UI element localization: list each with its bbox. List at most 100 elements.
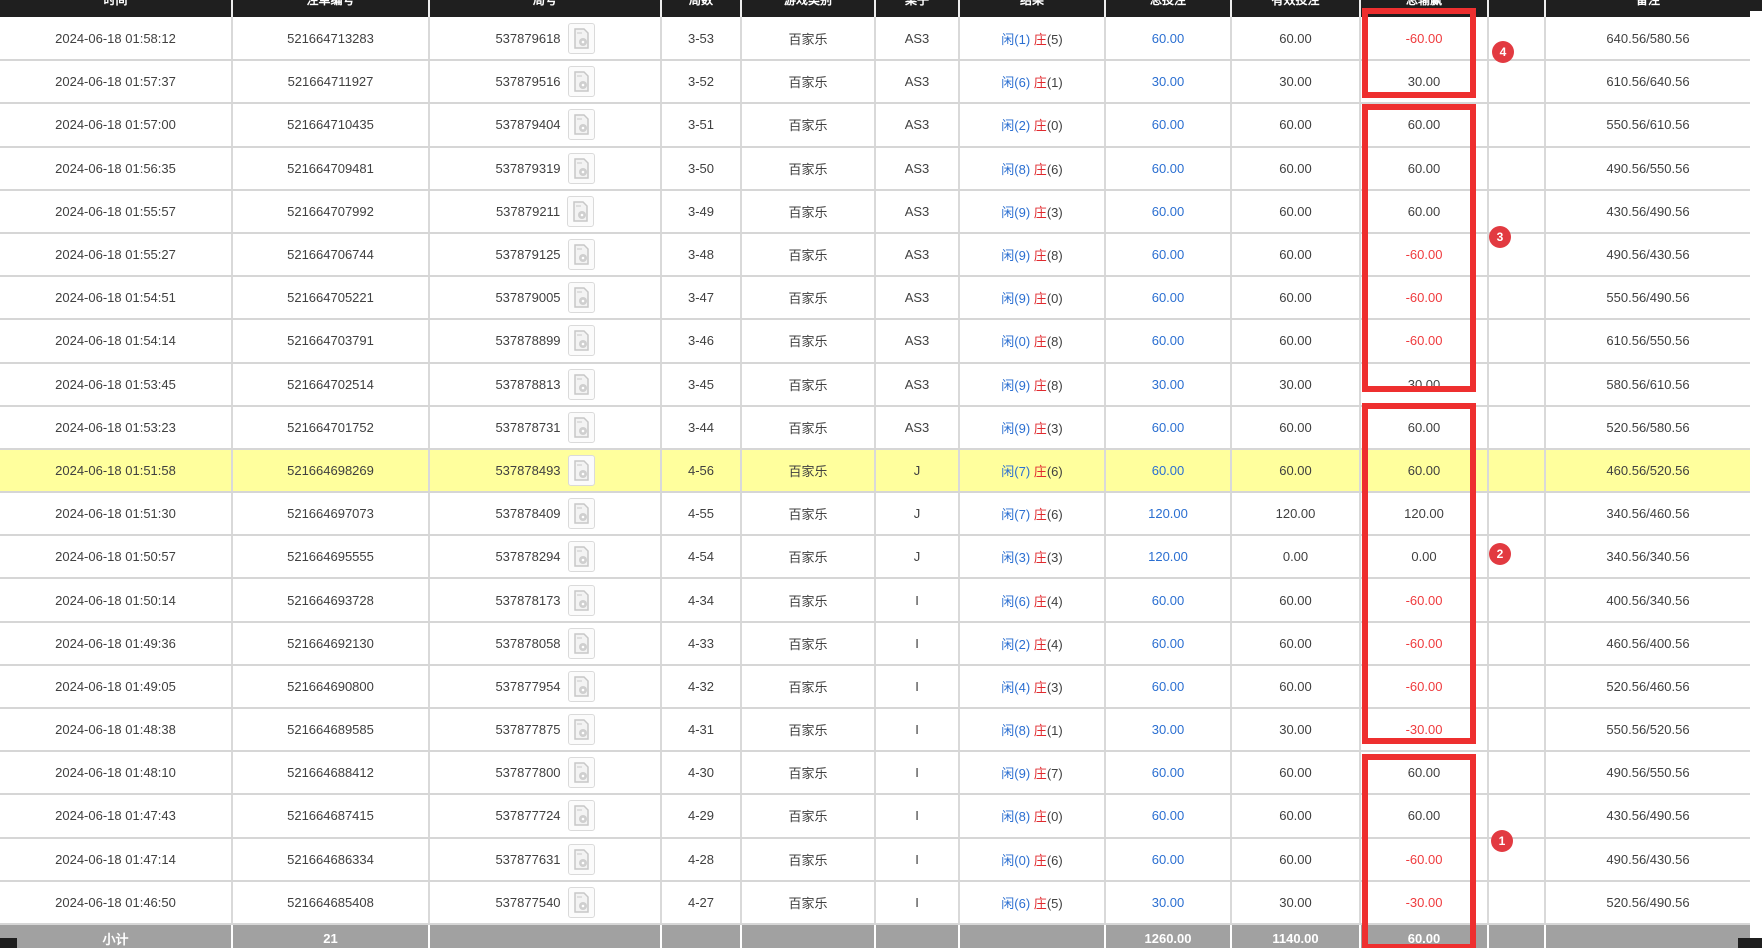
video-replay-icon[interactable] <box>568 153 595 184</box>
video-replay-icon[interactable] <box>568 412 595 443</box>
table-row[interactable]: 2024-06-18 01:46:50521664685408537877540… <box>0 881 1750 924</box>
video-replay-icon[interactable] <box>568 325 595 356</box>
video-replay-icon[interactable] <box>568 844 595 875</box>
cell-total_bet[interactable]: 60.00 <box>1105 406 1231 449</box>
cell-value: 60.00 <box>1408 117 1441 132</box>
cell-total_bet[interactable]: 30.00 <box>1105 881 1231 924</box>
cell-win_loss: 30.00 <box>1360 60 1488 103</box>
video-replay-icon[interactable] <box>568 800 595 831</box>
cell-bet_no: 521664685408 <box>232 881 429 924</box>
scrollbar-track[interactable] <box>1750 11 1762 938</box>
video-replay-icon[interactable] <box>568 109 595 140</box>
table-row[interactable]: 2024-06-18 01:48:38521664689585537877875… <box>0 708 1750 751</box>
video-replay-icon[interactable] <box>568 239 595 270</box>
cell-valid_bet: 0.00 <box>1231 535 1360 578</box>
cell-total_bet[interactable]: 60.00 <box>1105 665 1231 708</box>
table-row[interactable]: 2024-06-18 01:54:14521664703791537878899… <box>0 319 1750 362</box>
table-row[interactable]: 2024-06-18 01:49:36521664692130537878058… <box>0 622 1750 665</box>
table-row[interactable]: 2024-06-18 01:55:57521664707992537879211… <box>0 190 1750 233</box>
betting-records-table: 时间注单编号局号局数游戏类别桌子结果总投注有效投注总输赢备注 2024-06-1… <box>0 0 1750 948</box>
cell-total_bet[interactable]: 30.00 <box>1105 708 1231 751</box>
cell-total_bet[interactable]: 60.00 <box>1105 838 1231 881</box>
cell-result: 闲(9) 庄(3) <box>959 190 1105 233</box>
header-bar-extension <box>1750 0 1762 11</box>
video-replay-icon[interactable] <box>568 66 595 97</box>
video-replay-icon[interactable] <box>568 628 595 659</box>
cell-value: 2024-06-18 01:47:14 <box>55 852 176 867</box>
cell-value: 百家乐 <box>788 118 827 133</box>
cell-value: 百家乐 <box>788 291 827 306</box>
cell-value: 521664689585 <box>287 722 374 737</box>
col-header-balance: 备注 <box>1545 0 1750 17</box>
table-row[interactable]: 2024-06-18 01:53:45521664702514537878813… <box>0 363 1750 406</box>
video-replay-icon[interactable] <box>568 671 595 702</box>
table-row[interactable]: 2024-06-18 01:50:57521664695555537878294… <box>0 535 1750 578</box>
cell-value: 30.00 <box>1408 377 1441 392</box>
cell-result: 闲(1) 庄(5) <box>959 17 1105 60</box>
cell-game_no: 537878899 <box>429 319 661 362</box>
cell-total_bet[interactable]: 30.00 <box>1105 363 1231 406</box>
table-row[interactable]: 2024-06-18 01:50:14521664693728537878173… <box>0 578 1750 621</box>
cell-total_bet[interactable]: 60.00 <box>1105 578 1231 621</box>
cell-value: 610.56/550.56 <box>1606 333 1689 348</box>
video-replay-icon[interactable] <box>568 23 595 54</box>
cell-result: 闲(6) 庄(4) <box>959 578 1105 621</box>
table-row[interactable]: 2024-06-18 01:57:00521664710435537879404… <box>0 103 1750 146</box>
table-row[interactable]: 2024-06-18 01:51:30521664697073537878409… <box>0 492 1750 535</box>
cell-total_bet[interactable]: 60.00 <box>1105 103 1231 146</box>
video-replay-icon[interactable] <box>567 196 594 227</box>
video-replay-icon[interactable] <box>568 714 595 745</box>
cell-bet_no: 521664686334 <box>232 838 429 881</box>
table-row[interactable]: 2024-06-18 01:58:12521664713283537879618… <box>0 17 1750 60</box>
video-replay-icon[interactable] <box>568 757 595 788</box>
video-replay-icon[interactable] <box>568 585 595 616</box>
cell-round: 4-56 <box>661 449 741 492</box>
cell-total_bet[interactable]: 120.00 <box>1105 492 1231 535</box>
cell-value: 30.00 <box>1279 895 1312 910</box>
cell-value: 520.56/490.56 <box>1606 895 1689 910</box>
cell-total_bet[interactable]: 60.00 <box>1105 17 1231 60</box>
game-number: 537877540 <box>495 895 560 910</box>
cell-value: 百家乐 <box>788 853 827 868</box>
cell-total_bet[interactable]: 60.00 <box>1105 794 1231 837</box>
cell-total_bet[interactable]: 60.00 <box>1105 449 1231 492</box>
cell-total_bet[interactable]: 30.00 <box>1105 60 1231 103</box>
cell-value: 4-28 <box>688 852 714 867</box>
cell-table: AS3 <box>875 276 959 319</box>
game-number: 537877875 <box>495 722 560 737</box>
cell-value: 610.56/640.56 <box>1606 74 1689 89</box>
table-row[interactable]: 2024-06-18 01:47:43521664687415537877724… <box>0 794 1750 837</box>
cell-total_bet[interactable]: 60.00 <box>1105 622 1231 665</box>
table-row-highlighted[interactable]: 2024-06-18 01:51:58521664698269537878493… <box>0 449 1750 492</box>
cell-value: AS3 <box>905 31 930 46</box>
cell-total_bet[interactable]: 60.00 <box>1105 751 1231 794</box>
cell-value: 120.00 <box>1148 506 1188 521</box>
cell-total_bet[interactable]: 60.00 <box>1105 319 1231 362</box>
cell-balance: 430.56/490.56 <box>1545 190 1750 233</box>
video-replay-icon[interactable] <box>568 541 595 572</box>
table-row[interactable]: 2024-06-18 01:54:51521664705221537879005… <box>0 276 1750 319</box>
video-replay-icon[interactable] <box>568 887 595 918</box>
cell-total_bet[interactable]: 60.00 <box>1105 233 1231 276</box>
cell-total_bet[interactable]: 60.00 <box>1105 147 1231 190</box>
cell-value: J <box>914 463 921 478</box>
table-row[interactable]: 2024-06-18 01:55:27521664706744537879125… <box>0 233 1750 276</box>
cell-total_bet[interactable]: 60.00 <box>1105 276 1231 319</box>
table-row[interactable]: 2024-06-18 01:53:23521664701752537878731… <box>0 406 1750 449</box>
table-row[interactable]: 2024-06-18 01:47:14521664686334537877631… <box>0 838 1750 881</box>
game-number: 537878813 <box>495 377 560 392</box>
video-replay-icon[interactable] <box>568 282 595 313</box>
table-row[interactable]: 2024-06-18 01:49:05521664690800537877954… <box>0 665 1750 708</box>
video-replay-icon[interactable] <box>568 455 595 486</box>
cell-total_bet[interactable]: 60.00 <box>1105 190 1231 233</box>
cell-win_loss: 60.00 <box>1360 449 1488 492</box>
cell-value: AS3 <box>905 290 930 305</box>
cell-round: 3-50 <box>661 147 741 190</box>
cell-total_bet[interactable]: 120.00 <box>1105 535 1231 578</box>
video-replay-icon[interactable] <box>568 498 595 529</box>
video-replay-icon[interactable] <box>568 369 595 400</box>
table-row[interactable]: 2024-06-18 01:56:35521664709481537879319… <box>0 147 1750 190</box>
table-row[interactable]: 2024-06-18 01:57:37521664711927537879516… <box>0 60 1750 103</box>
game-number: 537879125 <box>495 247 560 262</box>
table-row[interactable]: 2024-06-18 01:48:10521664688412537877800… <box>0 751 1750 794</box>
